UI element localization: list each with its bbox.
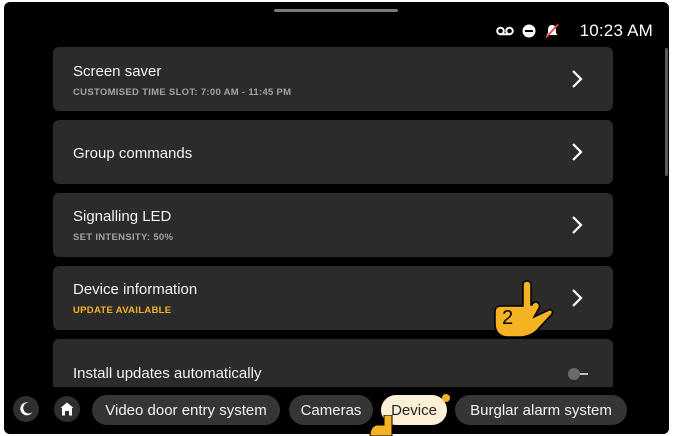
step-number: 2 xyxy=(502,307,514,329)
device-screen: 10:23 AM Screen saver CUSTOMISED TIME SL… xyxy=(4,2,669,434)
chevron-right-icon xyxy=(572,143,583,161)
tab-video-door-entry-system[interactable]: Video door entry system xyxy=(92,395,280,425)
auto-update-toggle[interactable] xyxy=(567,367,589,381)
tap-hand-icon-lower xyxy=(369,415,393,436)
pull-down-handle[interactable] xyxy=(274,9,398,12)
tab-label: Video door entry system xyxy=(105,401,267,419)
night-mode-button[interactable] xyxy=(13,396,39,422)
item-subtitle: SET INTENSITY: 50% xyxy=(73,232,174,243)
tab-label: Cameras xyxy=(300,401,362,419)
home-button[interactable] xyxy=(54,396,80,422)
item-title: Group commands xyxy=(73,145,193,162)
screen-saver-item[interactable]: Screen saver CUSTOMISED TIME SLOT: 7:00 … xyxy=(53,47,613,111)
do-not-disturb-icon xyxy=(522,24,536,38)
bell-off-icon xyxy=(544,23,560,39)
install-updates-item: Install updates automatically xyxy=(53,339,613,387)
voicemail-icon xyxy=(495,25,514,37)
scrollbar[interactable] xyxy=(665,48,668,176)
group-commands-item[interactable]: Group commands xyxy=(53,120,613,184)
tab-label: Burglar alarm system xyxy=(470,401,612,419)
tab-cameras[interactable]: Cameras xyxy=(289,395,373,425)
chevron-right-icon xyxy=(572,70,583,88)
tab-burglar-alarm-system[interactable]: Burglar alarm system xyxy=(455,395,627,425)
item-subtitle: CUSTOMISED TIME SLOT: 7:00 AM - 11:45 PM xyxy=(73,87,292,98)
item-title: Screen saver xyxy=(73,63,162,80)
clock: 10:23 AM xyxy=(579,21,653,40)
home-icon xyxy=(60,402,74,416)
chevron-right-icon xyxy=(572,216,583,234)
tap-hand-icon: 2 xyxy=(494,279,554,341)
notification-dot xyxy=(442,394,450,402)
item-title: Device information xyxy=(73,281,198,298)
update-available-label: UPDATE AVAILABLE xyxy=(73,305,172,316)
moon-icon xyxy=(20,402,33,416)
status-bar: 10:23 AM xyxy=(495,20,653,42)
item-title: Install updates automatically xyxy=(73,365,262,382)
item-title: Signalling LED xyxy=(73,208,172,225)
signalling-led-item[interactable]: Signalling LED SET INTENSITY: 50% xyxy=(53,193,613,257)
chevron-right-icon xyxy=(572,289,583,307)
